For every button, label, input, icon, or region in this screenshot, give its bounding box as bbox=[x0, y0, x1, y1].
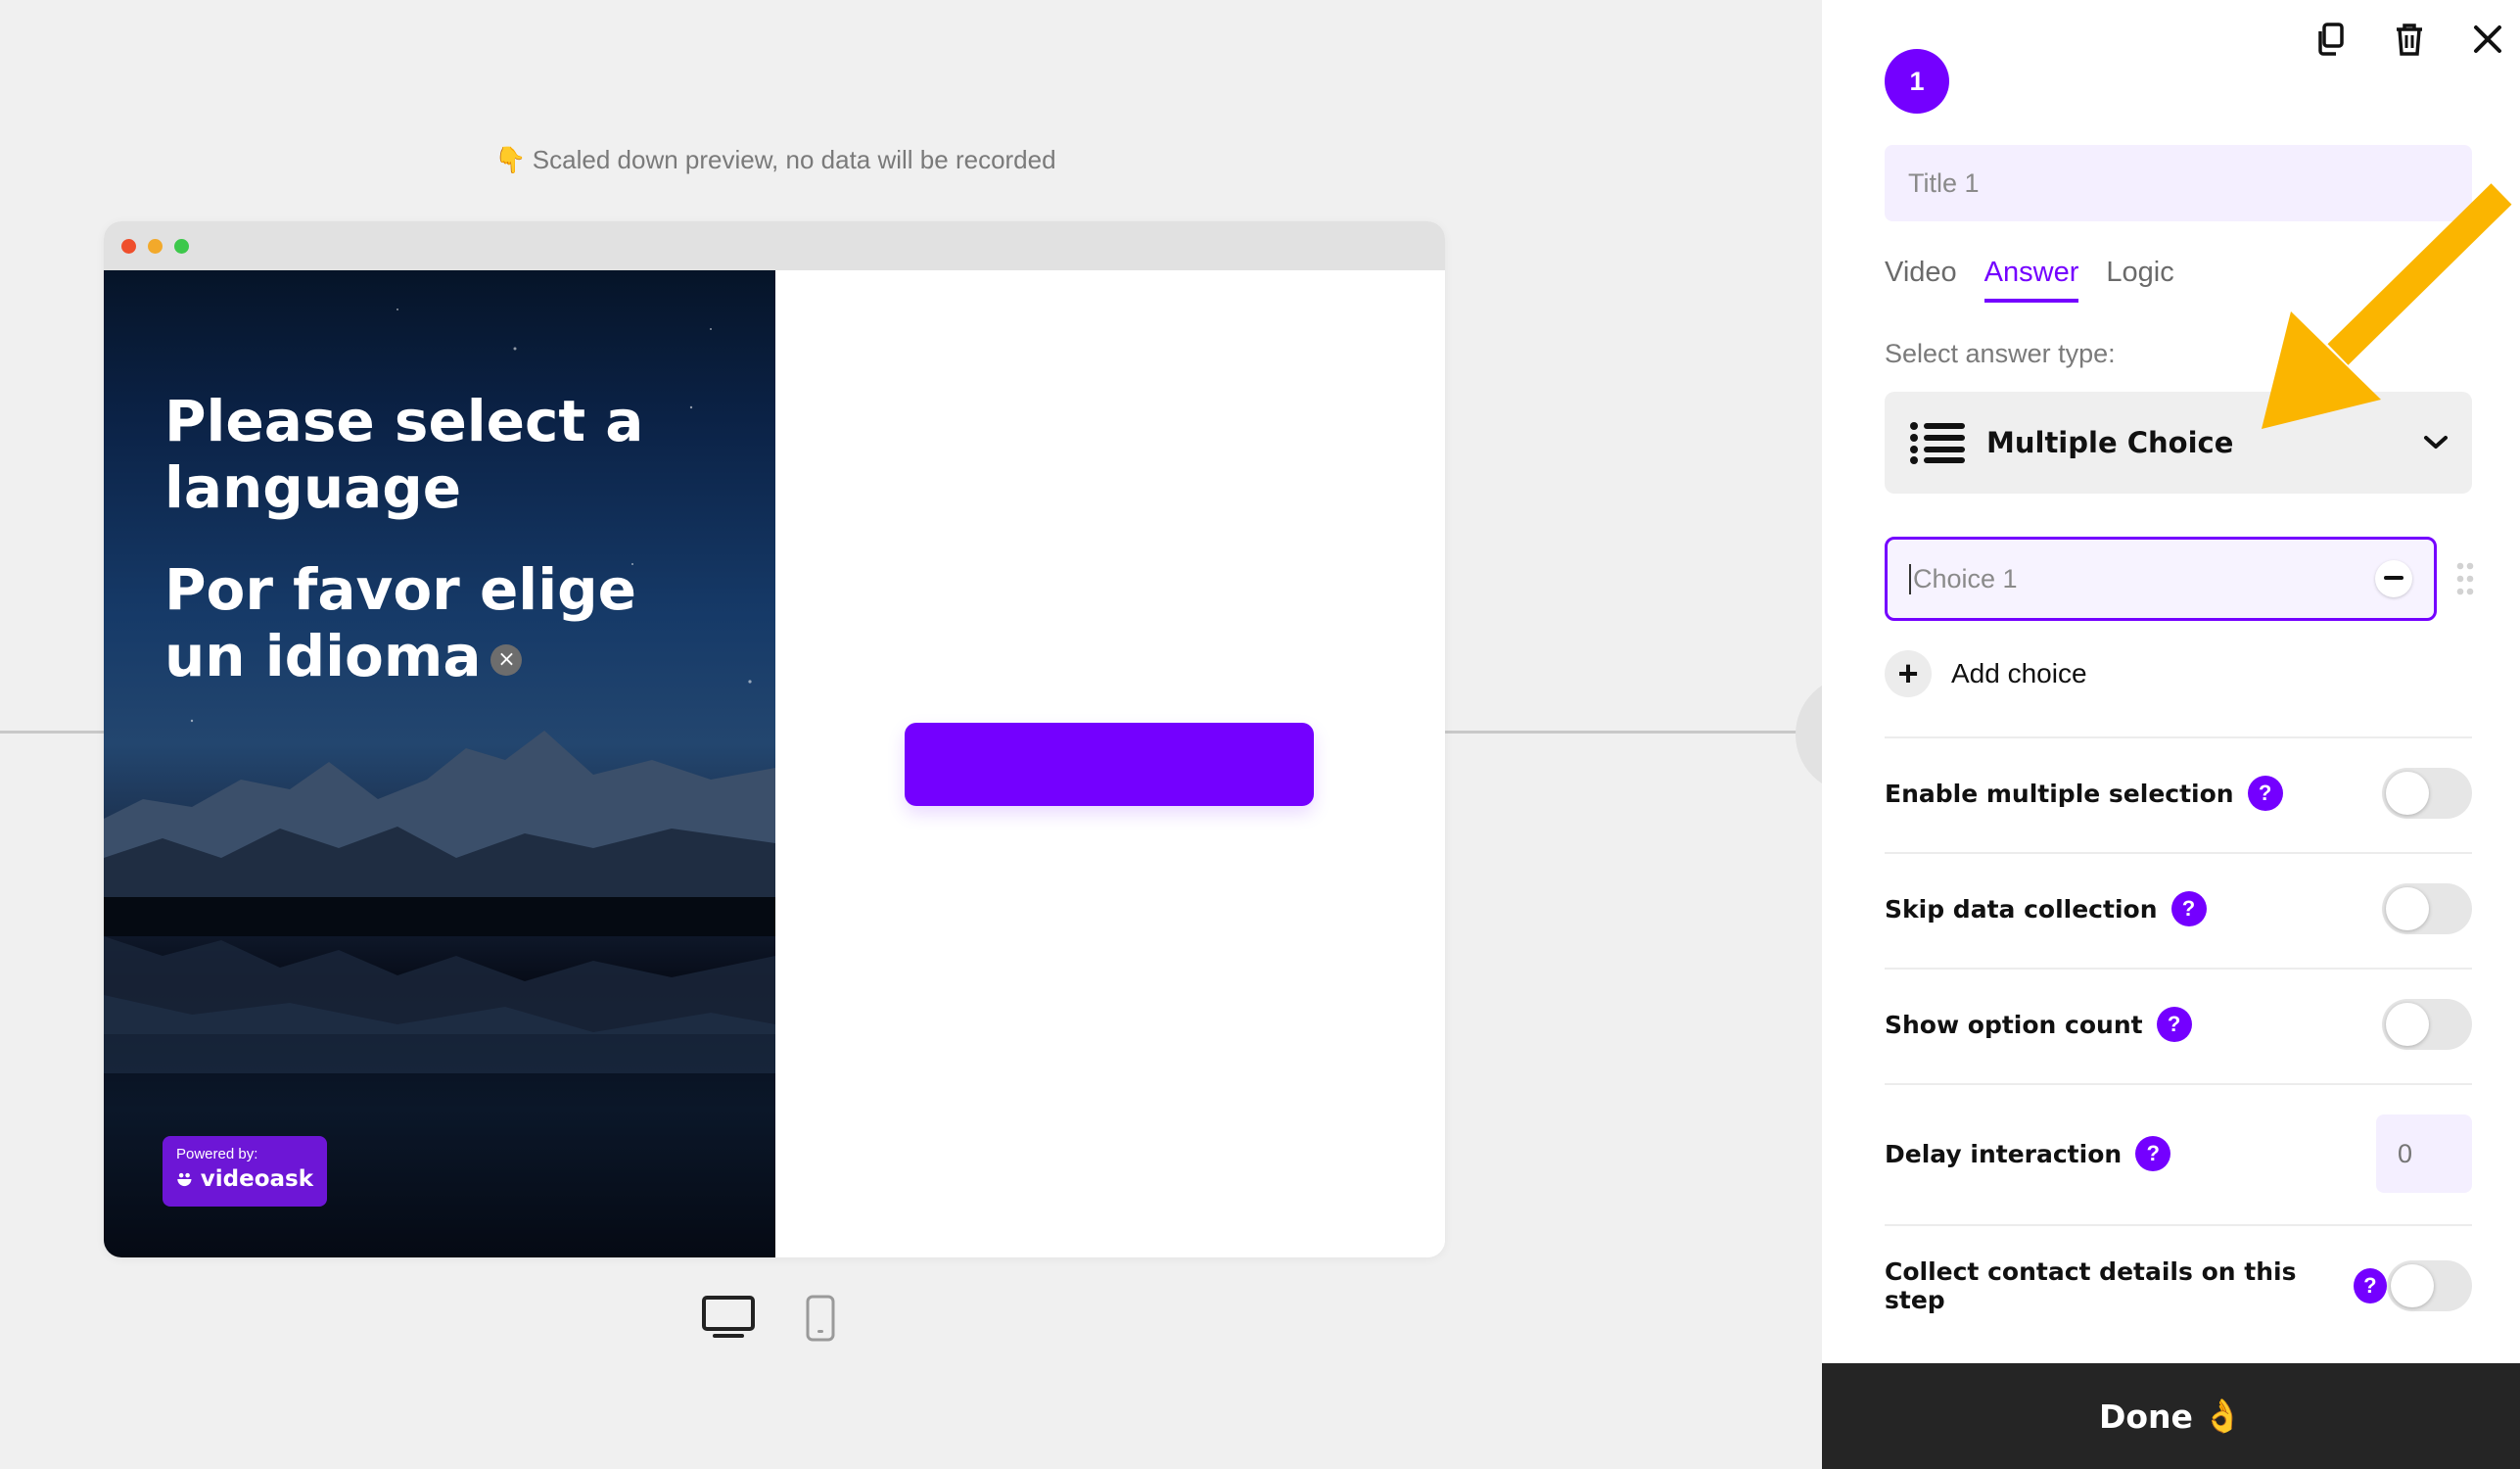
window-minimize-dot-icon bbox=[148, 239, 163, 254]
answer-panel bbox=[775, 270, 1445, 1257]
question-text: Please select a language Por favor elige… bbox=[164, 388, 732, 689]
duplicate-icon[interactable] bbox=[2308, 18, 2351, 61]
help-icon[interactable]: ? bbox=[2170, 891, 2207, 926]
multiple-selection-toggle[interactable] bbox=[2382, 768, 2472, 819]
videoask-brand-text: videoask bbox=[200, 1166, 313, 1192]
window-maximize-dot-icon bbox=[174, 239, 189, 254]
window-titlebar bbox=[104, 221, 1445, 270]
close-panel-icon[interactable] bbox=[2466, 18, 2509, 61]
plus-icon: + bbox=[1885, 650, 1932, 697]
done-button[interactable]: Done 👌 bbox=[1822, 1363, 2520, 1469]
videoask-brand: videoask bbox=[176, 1166, 313, 1192]
pointing-down-icon: 👇 bbox=[494, 145, 527, 174]
tab-video[interactable]: Video bbox=[1885, 257, 1957, 303]
preview-choice-button[interactable] bbox=[905, 723, 1314, 806]
toggle-knob bbox=[2386, 1003, 2429, 1046]
video-panel: Please select a language Por favor elige… bbox=[104, 270, 775, 1257]
drag-handle-icon[interactable] bbox=[2456, 562, 2474, 600]
toggle-knob bbox=[2386, 887, 2429, 930]
setting-row-skip-data: Skip data collection ? bbox=[1885, 883, 2472, 934]
preview-hint-text: Scaled down preview, no data will be rec… bbox=[532, 145, 1056, 174]
add-choice-button[interactable]: + Add choice bbox=[1885, 650, 2087, 697]
setting-label: Enable multiple selection bbox=[1885, 779, 2234, 808]
trash-icon[interactable] bbox=[2388, 18, 2431, 61]
window-close-dot-icon bbox=[121, 239, 136, 254]
divider bbox=[1885, 1224, 2472, 1226]
list-icon bbox=[1910, 422, 1965, 464]
preview-hint: 👇 Scaled down preview, no data will be re… bbox=[0, 145, 1551, 175]
mobile-preview-icon[interactable] bbox=[805, 1295, 836, 1347]
timeline-connector-right bbox=[1445, 731, 1797, 734]
collect-contact-toggle[interactable] bbox=[2386, 1260, 2473, 1311]
timeline-connector-left bbox=[0, 731, 104, 734]
add-choice-label: Add choice bbox=[1951, 658, 2087, 688]
powered-by-label: Powered by: bbox=[176, 1146, 258, 1162]
powered-by-badge[interactable]: Powered by: videoask bbox=[163, 1136, 327, 1207]
help-icon[interactable]: ? bbox=[2353, 1268, 2387, 1303]
setting-row-delay: Delay interaction ? bbox=[1885, 1114, 2472, 1193]
videoask-logo-icon bbox=[177, 1172, 192, 1187]
question-spanish-line: Por favor elige un idioma × bbox=[164, 556, 732, 689]
close-icon[interactable]: × bbox=[490, 643, 523, 676]
option-count-toggle[interactable] bbox=[2382, 999, 2472, 1050]
question-spanish: Por favor elige un idioma bbox=[164, 556, 636, 689]
divider bbox=[1885, 1083, 2472, 1085]
toggle-knob bbox=[2386, 772, 2429, 815]
skip-data-toggle[interactable] bbox=[2382, 883, 2472, 934]
setting-row-multiple-selection: Enable multiple selection ? bbox=[1885, 768, 2472, 819]
setting-label: Skip data collection bbox=[1885, 894, 2158, 924]
step-number-badge: 1 bbox=[1885, 49, 1949, 114]
choice-field bbox=[1885, 537, 2437, 621]
remove-choice-icon[interactable] bbox=[2375, 560, 2412, 597]
done-label: Done bbox=[2098, 1397, 2193, 1436]
preview-window: Please select a language Por favor elige… bbox=[104, 221, 1445, 1257]
tab-answer[interactable]: Answer bbox=[1983, 257, 2079, 303]
help-icon[interactable]: ? bbox=[2135, 1136, 2171, 1171]
divider bbox=[1885, 736, 2472, 738]
question-english: Please select a language bbox=[164, 388, 644, 521]
help-icon[interactable]: ? bbox=[2247, 776, 2283, 811]
tab-logic[interactable]: Logic bbox=[2106, 257, 2173, 303]
panel-tabs: Video Answer Logic bbox=[1885, 257, 2174, 303]
divider bbox=[1885, 852, 2472, 854]
preview-area: 👇 Scaled down preview, no data will be re… bbox=[0, 0, 1913, 1469]
delay-input[interactable] bbox=[2376, 1114, 2472, 1193]
setting-label: Collect contact details on this step bbox=[1885, 1257, 2297, 1314]
setting-row-option-count: Show option count ? bbox=[1885, 999, 2472, 1050]
setting-label: Show option count bbox=[1885, 1010, 2143, 1039]
annotation-arrow-icon bbox=[2262, 183, 2512, 429]
toggle-knob bbox=[2390, 1264, 2434, 1307]
desktop-preview-icon[interactable] bbox=[701, 1295, 756, 1345]
help-icon[interactable]: ? bbox=[2156, 1007, 2192, 1042]
setting-row-collect-contact: Collect contact details on this step ? bbox=[1885, 1257, 2473, 1314]
divider bbox=[1885, 968, 2472, 970]
setting-label: Delay interaction bbox=[1885, 1139, 2123, 1168]
answer-type-label: Select answer type: bbox=[1885, 339, 2116, 368]
choice-input[interactable] bbox=[1909, 563, 2375, 594]
ok-hand-icon: 👌 bbox=[2202, 1397, 2244, 1435]
